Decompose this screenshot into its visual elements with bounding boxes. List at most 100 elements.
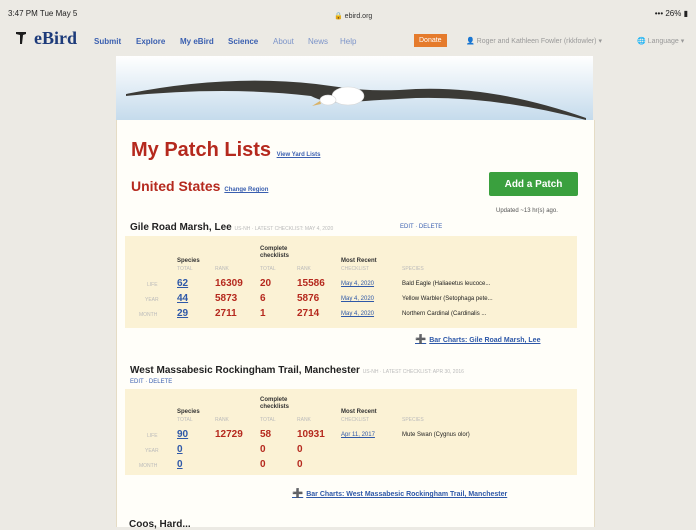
recent-checklist-date[interactable]: Apr 11, 2017 — [341, 432, 375, 438]
region-title: United States Change Region — [131, 178, 268, 194]
battery-indicator: ••• 26% ▮ — [654, 9, 688, 18]
recent-species: Yellow Warbler (Setophaga pete... — [402, 296, 493, 302]
delete-link[interactable]: DELETE — [419, 224, 442, 230]
row-label-month: MONTH — [139, 463, 158, 469]
url-bar[interactable]: 🔒 ebird.org — [334, 12, 372, 20]
albatross-image — [126, 80, 586, 120]
header-most-recent: Most Recent — [341, 409, 377, 415]
species-total-year[interactable]: 44 — [177, 293, 188, 304]
recent-checklist-date[interactable]: May 4, 2020 — [341, 311, 374, 317]
species-total-year[interactable]: 0 — [177, 444, 183, 455]
status-bar: 3:47 PM Tue May 5 🔒 ebird.org ••• 26% ▮ — [0, 0, 696, 20]
patch-name: Gile Road Marsh, Lee — [130, 222, 232, 233]
next-patch-title: Coos, Hard... — [129, 519, 191, 530]
page-title: My Patch Lists View Yard Lists — [131, 139, 320, 162]
bar-charts-label: Bar Charts: Gile Road Marsh, Lee — [429, 337, 541, 344]
header-complete-checklists: Complete checklists — [260, 246, 290, 259]
header-species: Species — [177, 409, 200, 415]
view-yard-lists-link[interactable]: View Yard Lists — [277, 152, 321, 158]
page-title-text: My Patch Lists — [131, 139, 272, 161]
header-species: Species — [177, 258, 200, 264]
species-total-life[interactable]: 62 — [177, 278, 188, 289]
patch-stats-table: Species Complete checklists Most Recent … — [125, 236, 577, 328]
subheader-species: SPECIES — [402, 417, 424, 423]
checklist-total-year: 6 — [260, 293, 266, 304]
species-rank-life: 16309 — [215, 278, 243, 289]
subheader-rank: RANK — [215, 417, 229, 423]
ebird-logo-icon — [16, 32, 26, 44]
subheader-rank: RANK — [215, 266, 229, 272]
header-complete-checklists: Complete checklists — [260, 397, 290, 410]
edit-link[interactable]: EDIT — [130, 379, 144, 385]
bar-chart-icon: ➕ — [415, 334, 427, 344]
nav-my-ebird[interactable]: My eBird — [180, 37, 214, 46]
row-label-year: YEAR — [145, 448, 159, 454]
patch-meta: US-NH · LATEST CHECKLIST: MAY 4, 2020 — [234, 226, 334, 232]
battery-level: 26% — [665, 9, 682, 18]
species-rank-month: 2711 — [215, 308, 237, 319]
updated-timestamp: Updated ~13 hr(s) ago. — [496, 208, 558, 214]
site-header: eBird Submit Explore My eBird Science Ab… — [0, 22, 696, 56]
user-menu[interactable]: 👤 Roger and Kathleen Fowler (rkkfowler) … — [466, 37, 602, 45]
subheader-total: TOTAL — [177, 417, 193, 423]
species-total-life[interactable]: 90 — [177, 429, 188, 440]
header-most-recent: Most Recent — [341, 258, 377, 264]
patch-title: Gile Road Marsh, Lee US-NH · LATEST CHEC… — [130, 222, 333, 233]
species-total-month[interactable]: 0 — [177, 459, 183, 470]
ebird-logo[interactable]: eBird — [34, 28, 77, 49]
subheader-checklist: CHECKLIST — [341, 417, 370, 423]
patch-actions: EDIT · DELETE — [400, 224, 443, 230]
checklist-total-month: 0 — [260, 459, 266, 470]
donate-button[interactable]: Donate — [414, 34, 447, 47]
url-text: ebird.org — [344, 13, 373, 20]
delete-link[interactable]: DELETE — [149, 379, 172, 385]
recent-species: Northern Cardinal (Cardinalis ... — [402, 311, 487, 317]
edit-link[interactable]: EDIT — [400, 224, 414, 230]
status-time: 3:47 PM Tue May 5 — [8, 9, 78, 18]
subheader-rank: RANK — [297, 417, 311, 423]
species-rank-life: 12729 — [215, 429, 243, 440]
nav-science[interactable]: Science — [228, 37, 258, 46]
subheader-species: SPECIES — [402, 266, 424, 272]
language-menu[interactable]: 🌐 Language ▾ — [637, 37, 684, 45]
region-name: United States — [131, 178, 221, 194]
checklist-rank-month: 0 — [297, 459, 303, 470]
add-patch-button[interactable]: Add a Patch — [489, 172, 578, 196]
checklist-rank-life: 10931 — [297, 429, 325, 440]
bar-charts-link[interactable]: ➕ Bar Charts: Gile Road Marsh, Lee — [415, 334, 540, 345]
nav-help[interactable]: Help — [340, 37, 356, 46]
subheader-total: TOTAL — [177, 266, 193, 272]
patch-stats-table: Species Complete checklists Most Recent … — [125, 389, 577, 475]
checklist-rank-year: 5876 — [297, 293, 320, 304]
language-label: Language ▾ — [647, 38, 685, 45]
checklist-total-month: 1 — [260, 308, 266, 319]
checklist-total-year: 0 — [260, 444, 266, 455]
subheader-total: TOTAL — [260, 417, 276, 423]
nav-news[interactable]: News — [308, 37, 328, 46]
patch-name: West Massabesic Rockingham Trail, Manche… — [130, 365, 360, 376]
globe-icon: 🌐 — [637, 38, 646, 45]
row-label-year: YEAR — [145, 297, 159, 303]
patch-meta: US-NH · LATEST CHECKLIST: APR 30, 2016 — [362, 369, 464, 375]
recent-checklist-date[interactable]: May 4, 2020 — [341, 281, 374, 287]
subheader-rank: RANK — [297, 266, 311, 272]
header-banner — [116, 56, 593, 120]
bar-charts-link[interactable]: ➕ Bar Charts: West Massabesic Rockingham … — [292, 488, 507, 499]
checklist-rank-month: 2714 — [297, 308, 320, 319]
change-region-link[interactable]: Change Region — [224, 187, 268, 193]
user-icon: 👤 — [466, 38, 475, 45]
row-label-life: LIFE — [147, 433, 158, 439]
nav-explore[interactable]: Explore — [136, 37, 165, 46]
checklist-total-life: 20 — [260, 278, 272, 289]
patch-title: West Massabesic Rockingham Trail, Manche… — [130, 365, 464, 376]
subheader-checklist: CHECKLIST — [341, 266, 370, 272]
nav-about[interactable]: About — [273, 37, 294, 46]
nav-submit[interactable]: Submit — [94, 37, 121, 46]
recent-checklist-date[interactable]: May 4, 2020 — [341, 296, 374, 302]
patch-actions: EDIT · DELETE — [130, 379, 173, 385]
user-name: Roger and Kathleen Fowler (rkkfowler) ▾ — [476, 38, 602, 45]
species-total-month[interactable]: 29 — [177, 308, 188, 319]
bar-chart-icon: ➕ — [292, 488, 304, 498]
bar-charts-label: Bar Charts: West Massabesic Rockingham T… — [306, 491, 508, 498]
checklist-total-life: 58 — [260, 429, 272, 440]
